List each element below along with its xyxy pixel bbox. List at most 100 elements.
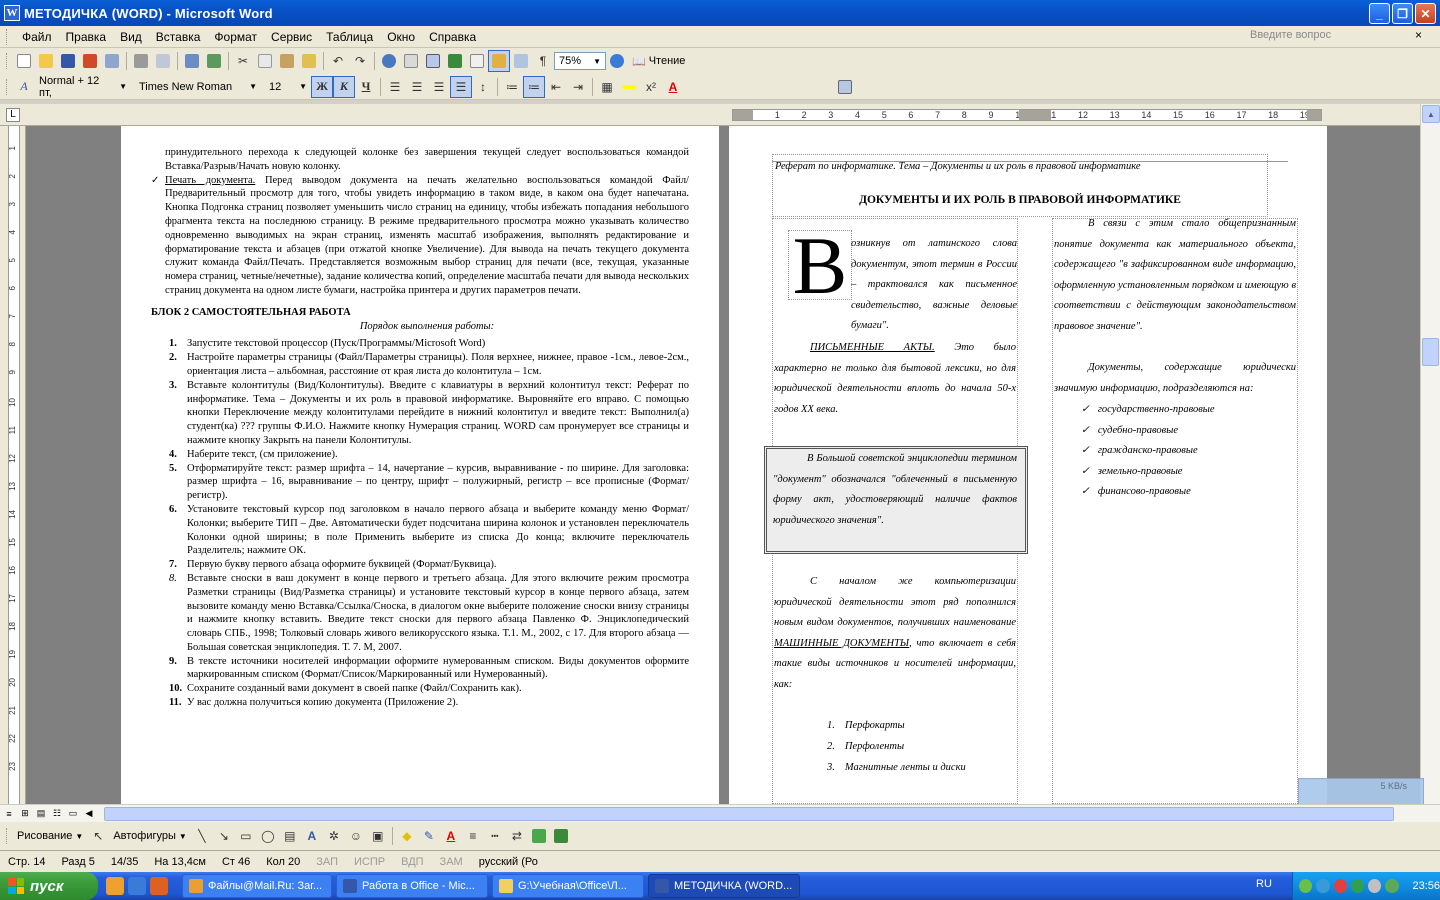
firefox-icon[interactable] bbox=[150, 877, 168, 895]
document-close-icon[interactable]: × bbox=[1415, 28, 1422, 42]
clipart-tool-icon[interactable]: ☺ bbox=[345, 825, 367, 847]
columns-button[interactable] bbox=[466, 50, 488, 72]
horizontal-scroll-thumb[interactable] bbox=[104, 807, 1394, 821]
menu-tools[interactable]: Сервис bbox=[264, 28, 319, 46]
diagram-tool-icon[interactable]: ✲ bbox=[323, 825, 345, 847]
menu-view[interactable]: Вид bbox=[113, 28, 149, 46]
print-preview-button[interactable] bbox=[152, 50, 174, 72]
left-page[interactable]: принудительного перехода к следующей кол… bbox=[121, 126, 719, 804]
textbox-tool-icon[interactable]: ▤ bbox=[279, 825, 301, 847]
borders-button[interactable]: ▦ bbox=[596, 76, 618, 98]
research-button[interactable] bbox=[203, 50, 225, 72]
line-color-icon[interactable]: ✎ bbox=[418, 825, 440, 847]
font-select[interactable]: Times New Roman ▼ bbox=[135, 78, 261, 96]
save-button[interactable] bbox=[57, 50, 79, 72]
sync-icon[interactable] bbox=[1350, 879, 1364, 893]
insert-excel-button[interactable] bbox=[444, 50, 466, 72]
horizontal-ruler[interactable]: 11 1 2 3 4 5 6 7 8 9 10 11 12 13 14 15 1… bbox=[732, 109, 1322, 121]
font-size-select[interactable]: 12 ▼ bbox=[265, 78, 311, 96]
autoshapes-menu[interactable]: Автофигуры ▼ bbox=[109, 830, 191, 842]
draw-menu[interactable]: Рисование ▼ bbox=[13, 830, 87, 842]
help-button[interactable] bbox=[606, 50, 628, 72]
tables-borders-button[interactable] bbox=[400, 50, 422, 72]
wordart-tool-icon[interactable]: A bbox=[301, 825, 323, 847]
menu-table[interactable]: Таблица bbox=[319, 28, 380, 46]
connection-icon[interactable] bbox=[1316, 879, 1330, 893]
scroll-up-arrow-icon[interactable]: ▲ bbox=[1422, 105, 1440, 123]
italic-button[interactable]: К bbox=[333, 75, 355, 98]
input-language[interactable]: RU bbox=[1256, 878, 1272, 890]
zoom-select[interactable]: 75% ▼ bbox=[554, 52, 606, 70]
drawing-button[interactable] bbox=[488, 50, 510, 72]
status-rec[interactable]: ЗАП bbox=[308, 856, 346, 868]
line-tool-icon[interactable]: ╲ bbox=[191, 825, 213, 847]
vertical-ruler[interactable]: 1 2 3 4 5 6 7 8 9 10 11 12 13 14 15 16 1… bbox=[0, 126, 26, 804]
print-layout-icon[interactable]: ▤ bbox=[34, 807, 48, 821]
scroll-left-arrow-icon[interactable]: ◀ bbox=[82, 807, 96, 821]
open-button[interactable] bbox=[35, 50, 57, 72]
highlight-button[interactable] bbox=[618, 76, 640, 98]
shadow-style-icon[interactable] bbox=[528, 825, 550, 847]
bullets-button[interactable]: ≔ bbox=[523, 75, 545, 98]
decrease-indent-button[interactable]: ⇤ bbox=[545, 76, 567, 98]
menu-window[interactable]: Окно bbox=[380, 28, 422, 46]
task-office-work[interactable]: Работа в Office - Міс... bbox=[336, 874, 488, 898]
toolbar-grip[interactable] bbox=[6, 53, 9, 69]
menu-help[interactable]: Справка bbox=[422, 28, 483, 46]
vertical-scroll-thumb[interactable] bbox=[1422, 338, 1439, 366]
undo-button[interactable]: ↶ bbox=[327, 50, 349, 72]
bold-button[interactable]: Ж bbox=[311, 75, 333, 98]
increase-indent-button[interactable]: ⇥ bbox=[567, 76, 589, 98]
align-left-button[interactable]: ☰ bbox=[384, 76, 406, 98]
reading-view-icon[interactable]: ▭ bbox=[66, 807, 80, 821]
status-overtype[interactable]: ЗАМ bbox=[432, 856, 471, 868]
menu-file[interactable]: Файл bbox=[15, 28, 59, 46]
3d-style-icon[interactable] bbox=[550, 825, 572, 847]
menu-format[interactable]: Формат bbox=[207, 28, 264, 46]
network-icon[interactable] bbox=[1299, 879, 1313, 893]
style-select[interactable]: Normal + 12 пт, ▼ bbox=[35, 75, 131, 99]
clock[interactable]: 23:56 bbox=[1413, 880, 1440, 892]
format-painter-button[interactable] bbox=[298, 50, 320, 72]
dash-style-icon[interactable]: ┅ bbox=[484, 825, 506, 847]
cut-button[interactable]: ✂ bbox=[232, 50, 254, 72]
right-page[interactable]: Реферат по информатике. Тема – Документы… bbox=[729, 126, 1327, 804]
research-pane-button[interactable] bbox=[834, 76, 856, 98]
arrow-style-icon[interactable]: ⇄ bbox=[506, 825, 528, 847]
horizontal-scrollbar[interactable]: ≡ ⊞ ▤ ☷ ▭ ◀ bbox=[0, 804, 1440, 822]
toolbar-grip[interactable] bbox=[6, 78, 9, 95]
status-extend[interactable]: ВДП bbox=[393, 856, 431, 868]
menu-insert[interactable]: Вставка bbox=[149, 28, 208, 46]
outline-view-icon[interactable]: ☷ bbox=[50, 807, 64, 821]
fill-color-icon[interactable]: ◆ bbox=[396, 825, 418, 847]
font-color-button[interactable]: A bbox=[662, 76, 684, 98]
show-hide-button[interactable]: ¶ bbox=[532, 50, 554, 72]
select-objects-icon[interactable]: ↖ bbox=[87, 825, 109, 847]
font-color-draw-icon[interactable]: A bbox=[440, 825, 462, 847]
copy-button[interactable] bbox=[254, 50, 276, 72]
print-button[interactable] bbox=[130, 50, 152, 72]
align-right-button[interactable]: ☰ bbox=[428, 76, 450, 98]
menu-edit[interactable]: Правка bbox=[59, 28, 114, 46]
numbering-button[interactable]: ≔ bbox=[501, 76, 523, 98]
ask-question-input[interactable]: Введите вопрос bbox=[1250, 29, 1410, 45]
toolbar-grip[interactable] bbox=[6, 828, 9, 844]
new-document-button[interactable] bbox=[13, 50, 35, 72]
task-mail[interactable]: Файлы@Mail.Ru: Заг... bbox=[182, 874, 332, 898]
underline-button[interactable]: Ч bbox=[355, 76, 377, 98]
arrow-tool-icon[interactable]: ↘ bbox=[213, 825, 235, 847]
document-area[interactable]: принудительного перехода к следующей кол… bbox=[26, 126, 1420, 804]
minimize-button[interactable]: _ bbox=[1369, 3, 1390, 24]
volume-icon[interactable] bbox=[1368, 879, 1382, 893]
toolbar-grip[interactable] bbox=[6, 28, 9, 45]
superscript-button[interactable]: x² bbox=[640, 76, 662, 98]
oval-tool-icon[interactable]: ◯ bbox=[257, 825, 279, 847]
vertical-scrollbar[interactable]: ▲ bbox=[1420, 104, 1440, 804]
email-button[interactable] bbox=[101, 50, 123, 72]
paste-button[interactable] bbox=[276, 50, 298, 72]
spelling-button[interactable] bbox=[181, 50, 203, 72]
line-spacing-button[interactable]: ↕ bbox=[472, 76, 494, 98]
web-view-icon[interactable]: ⊞ bbox=[18, 807, 32, 821]
maximize-button[interactable]: ❐ bbox=[1392, 3, 1413, 24]
status-track[interactable]: ИСПР bbox=[346, 856, 393, 868]
